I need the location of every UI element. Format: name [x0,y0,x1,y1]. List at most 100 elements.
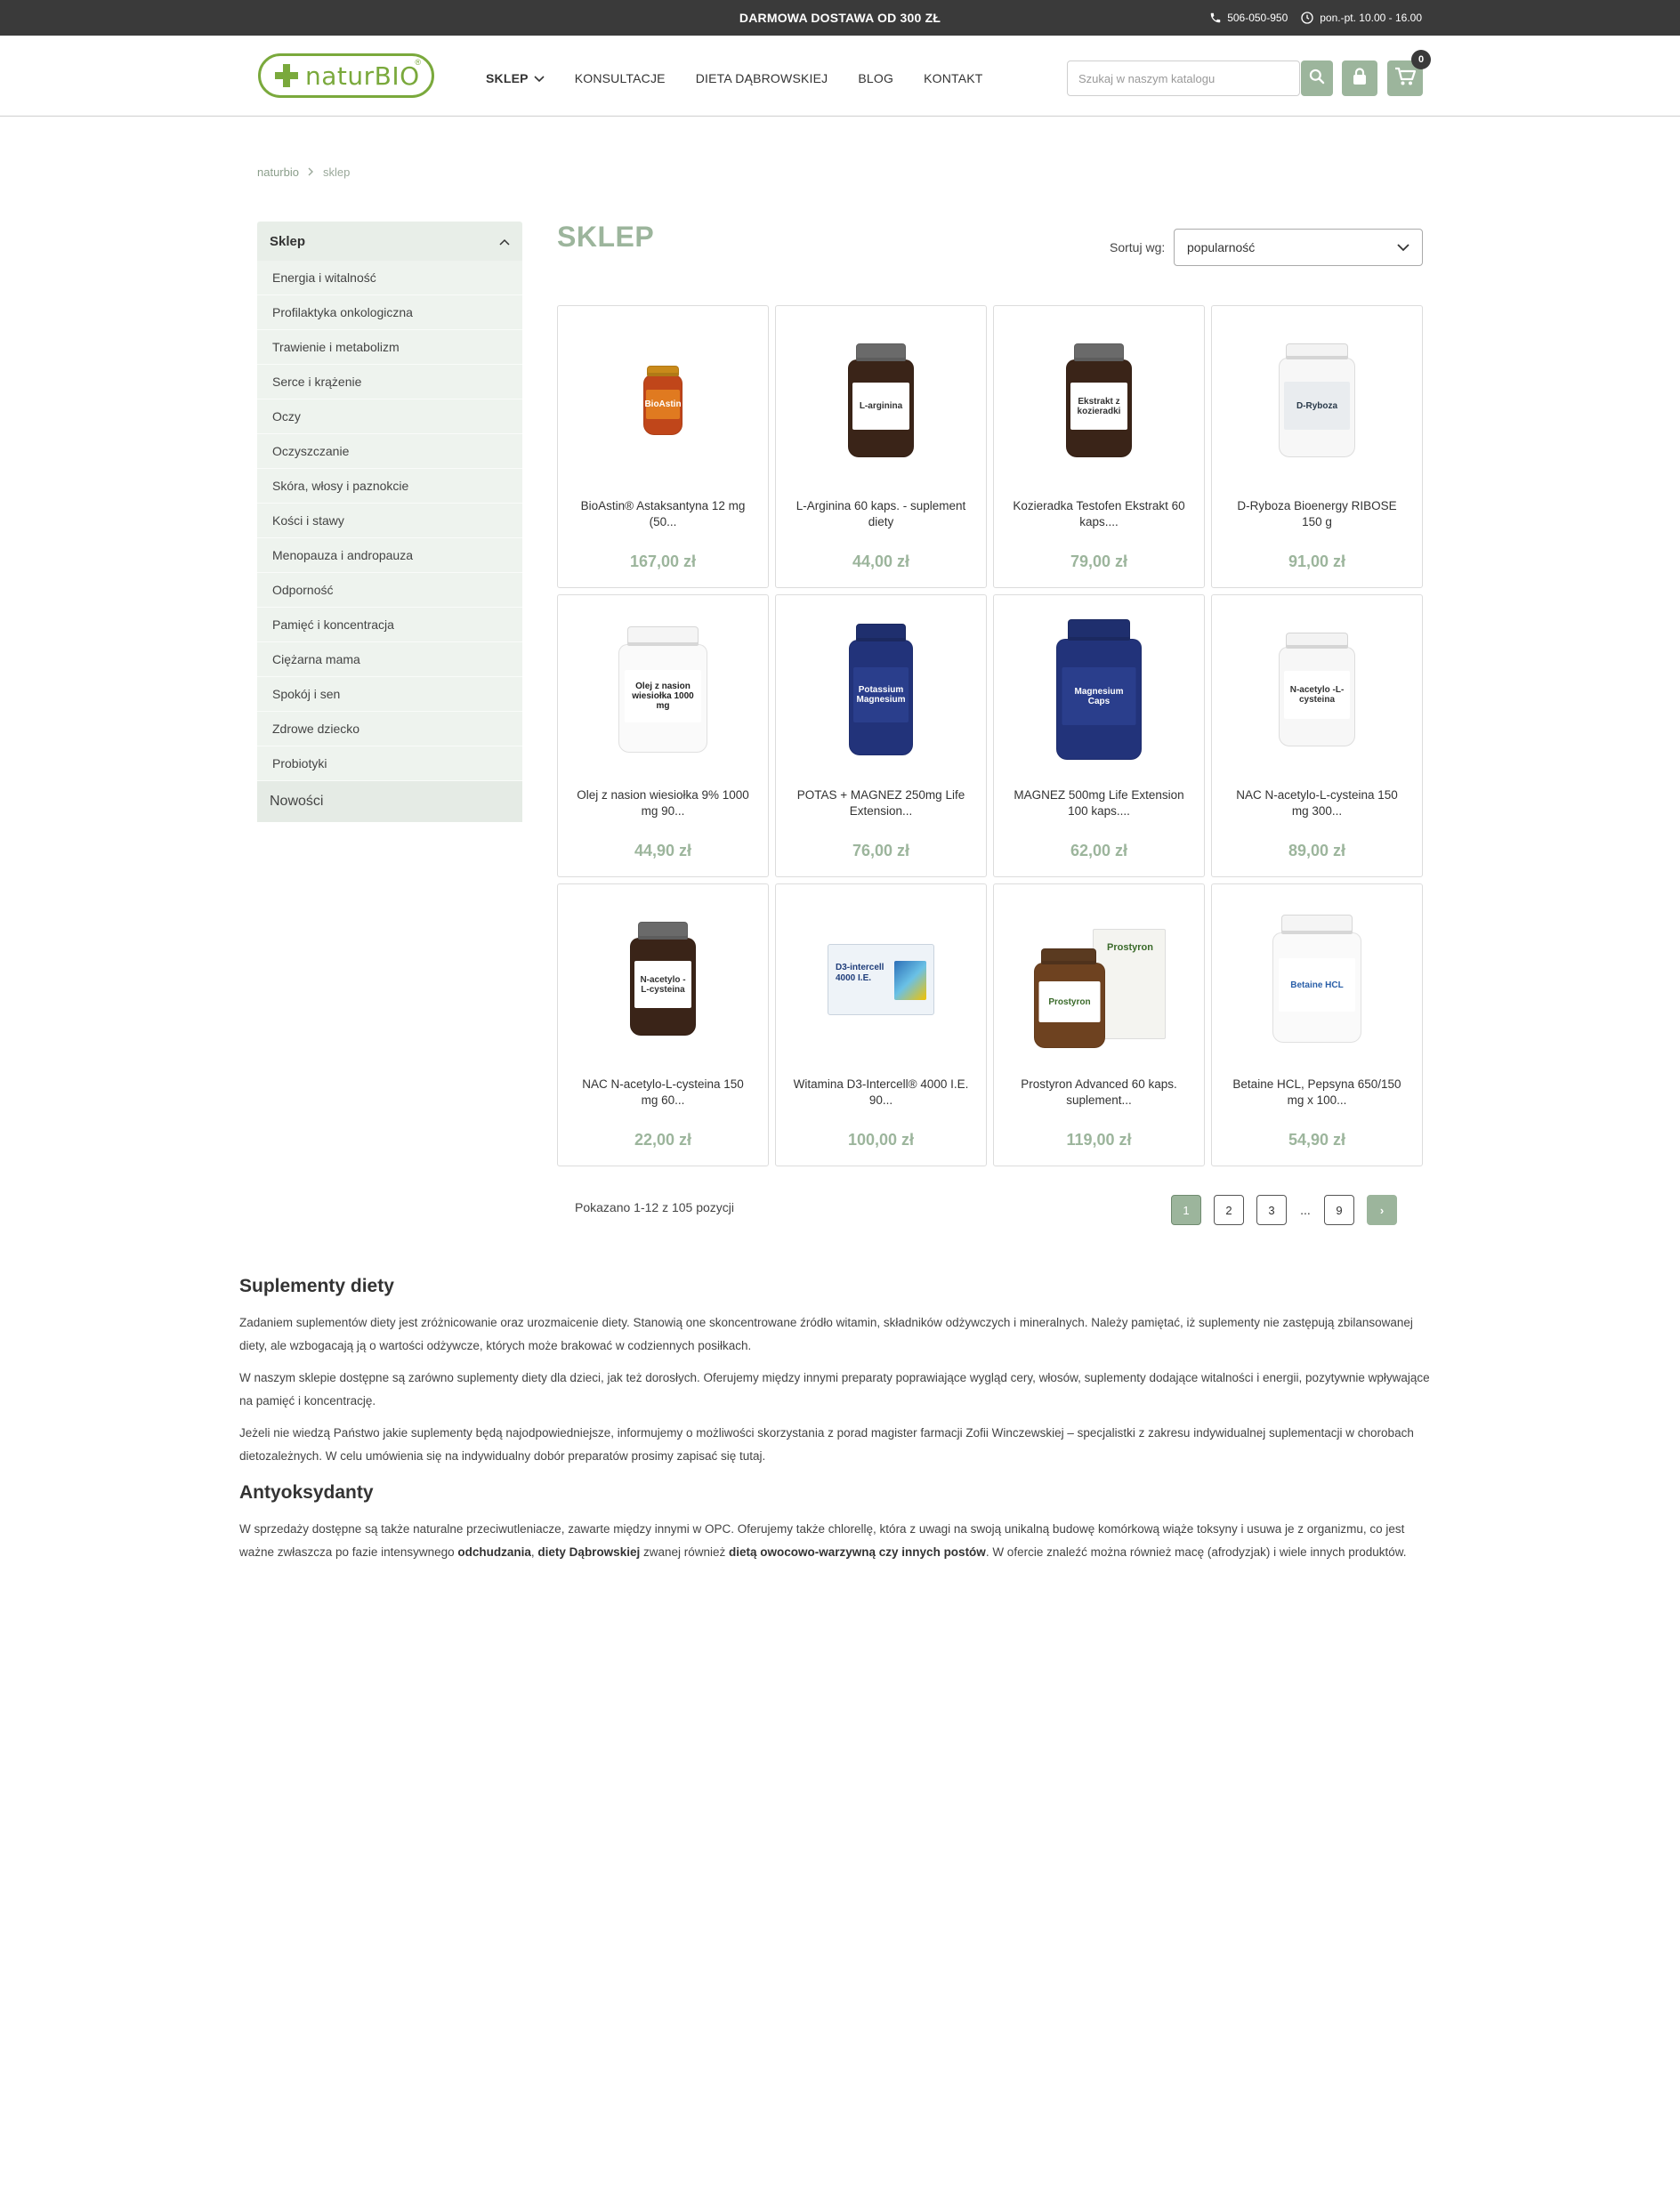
category-item[interactable]: Spokój i sen [257,677,522,712]
link-odchudzania[interactable]: odchudzania [457,1545,531,1559]
page-button[interactable]: 2 [1214,1195,1244,1225]
product-card[interactable]: D3-intercell 4000 I.E. Witamina D3-Interc… [775,883,987,1166]
nav-item-konsultacje[interactable]: KONSULTACJE [575,71,666,85]
category-item[interactable]: Oczyszczanie [257,434,522,469]
product-image[interactable]: Potassium Magnesium [776,615,986,766]
product-card[interactable]: Ekstrakt z kozieradki Kozieradka Testofen… [993,305,1205,588]
sort-select[interactable]: popularność [1174,229,1423,266]
product-card[interactable]: Magnesium Caps MAGNEZ 500mg Life Extensio… [993,594,1205,877]
logo[interactable]: naturBIO ® [258,53,434,98]
sidebar-header-sklep[interactable]: Sklep [257,222,522,261]
product-image[interactable]: Olej z nasion wiesiołka 1000 mg [558,615,768,766]
sidebar-item-nowosci[interactable]: Nowości [257,781,522,822]
sort-selected-value: popularność [1187,240,1256,254]
paragraph: Zadaniem suplementów diety jest zróżnico… [239,1316,1413,1352]
search-button[interactable] [1301,60,1333,96]
product-name[interactable]: L-Arginina 60 kaps. - suplement diety [790,498,972,530]
link-dieta-dabrowskiej[interactable]: diety Dąbrowskiej [537,1545,640,1559]
product-card[interactable]: N-acetylo -L-cysteina NAC N-acetylo-L-cys… [1211,594,1423,877]
product-name[interactable]: Olej z nasion wiesiołka 9% 1000 mg 90... [572,787,754,819]
product-card[interactable]: Potassium Magnesium POTAS + MAGNEZ 250mg … [775,594,987,877]
product-image[interactable]: L-arginina [776,326,986,477]
category-item[interactable]: Odporność [257,573,522,608]
product-name[interactable]: NAC N-acetylo-L-cysteina 150 mg 60... [572,1077,754,1109]
product-name[interactable]: MAGNEZ 500mg Life Extension 100 kaps.... [1008,787,1190,819]
product-card[interactable]: N-acetylo -L-cysteina NAC N-acetylo-L-cys… [557,883,769,1166]
product-card[interactable]: L-arginina L-Arginina 60 kaps. - suplemen… [775,305,987,588]
product-image[interactable]: Ekstrakt z kozieradki [994,326,1204,477]
product-image[interactable]: Prostyron Prostyron [994,904,1204,1055]
link-dieta-owocowo-warzywna[interactable]: dietą owocowo-warzywną czy innych postów [729,1545,986,1559]
product-image[interactable]: N-acetylo -L-cysteina [558,904,768,1055]
nav-item-sklep[interactable]: SKLEP [486,71,545,85]
jar-cap [1074,343,1124,361]
jar-cap [856,624,906,641]
category-list: Energia i witalność Profilaktyka onkolog… [257,261,522,781]
search-icon [1308,68,1326,90]
lock-icon [1352,67,1368,90]
sidebar-title: Sklep [270,233,306,249]
category-item[interactable]: Profilaktyka onkologiczna [257,295,522,330]
category-item[interactable]: Kości i stawy [257,504,522,538]
product-price: 44,00 zł [852,553,910,570]
category-item[interactable]: Skóra, włosy i paznokcie [257,469,522,504]
product-label-text: D3-intercell 4000 I.E. [836,963,884,983]
page-button[interactable]: 3 [1256,1195,1287,1225]
category-item[interactable]: Serce i krążenie [257,365,522,399]
clock-icon [1300,11,1314,25]
category-item[interactable]: Energia i witalność [257,261,522,295]
product-name[interactable]: Prostyron Advanced 60 kaps. suplement... [1008,1077,1190,1109]
product-name[interactable]: POTAS + MAGNEZ 250mg Life Extension... [790,787,972,819]
nav-item-blog[interactable]: BLOG [858,71,893,85]
product-name[interactable]: BioAstin® Astaksantyna 12 mg (50... [572,498,754,530]
product-jar: D3-intercell 4000 I.E. [828,944,934,1015]
product-name[interactable]: NAC N-acetylo-L-cysteina 150 mg 300... [1226,787,1408,819]
product-price: 167,00 zł [629,553,697,570]
breadcrumb: naturbio sklep [257,165,350,179]
site-header: naturBIO ® SKLEP KONSULTACJE DIETA DĄBRO… [0,36,1680,117]
product-name[interactable]: Betaine HCL, Pepsyna 650/150 mg x 100... [1226,1077,1408,1109]
product-image[interactable]: BioAstin [558,326,768,477]
chevron-down-icon [1397,240,1409,254]
product-name[interactable]: D-Ryboza Bioenergy RIBOSE 150 g [1226,498,1408,530]
category-item[interactable]: Zdrowe dziecko [257,712,522,746]
category-item[interactable]: Ciężarna mama [257,642,522,677]
product-card[interactable]: Betaine HCL Betaine HCL, Pepsyna 650/150 … [1211,883,1423,1166]
jar-cap [1068,619,1130,641]
product-card[interactable]: D-Ryboza D-Ryboza Bioenergy RIBOSE 150 g 9… [1211,305,1423,588]
product-card[interactable]: BioAstin BioAstin® Astaksantyna 12 mg (50… [557,305,769,588]
product-image[interactable]: Magnesium Caps [994,615,1204,766]
product-image[interactable]: D3-intercell 4000 I.E. [776,904,986,1055]
category-item[interactable]: Oczy [257,399,522,434]
jar-cap [638,922,688,940]
phone-contact[interactable]: 506-050-950 [1209,12,1288,24]
account-button[interactable] [1342,60,1377,96]
pharmacy-cross-icon [275,64,298,87]
product-image[interactable]: Betaine HCL [1212,904,1422,1055]
product-name[interactable]: Witamina D3-Intercell® 4000 I.E. 90... [790,1077,972,1109]
search-input[interactable] [1068,61,1264,95]
breadcrumb-home-link[interactable]: naturbio [257,165,299,179]
category-item[interactable]: Menopauza i andropauza [257,538,522,573]
next-page-button[interactable]: › [1367,1195,1397,1225]
product-box: D3-intercell 4000 I.E. [828,944,934,1015]
jar-cap [1286,633,1348,649]
nav-item-dieta-dabrowskiej[interactable]: DIETA DĄBROWSKIEJ [696,71,828,85]
product-image[interactable]: D-Ryboza [1212,326,1422,477]
free-shipping-banner: DARMOWA DOSTAWA OD 300 ZŁ [739,11,941,25]
category-item[interactable]: Probiotyki [257,746,522,781]
category-item[interactable]: Trawienie i metabolizm [257,330,522,365]
product-price: 89,00 zł [1288,842,1346,859]
paragraph: W naszym sklepie dostępne są zarówno sup… [239,1371,1430,1408]
page-button-last[interactable]: 9 [1324,1195,1354,1225]
nav-item-kontakt[interactable]: KONTAKT [924,71,982,85]
category-item[interactable]: Pamięć i koncentracja [257,608,522,642]
page-button-current[interactable]: 1 [1171,1195,1201,1225]
product-card[interactable]: Prostyron Prostyron Prostyron Advanced 60 … [993,883,1205,1166]
product-name[interactable]: Kozieradka Testofen Ekstrakt 60 kaps.... [1008,498,1190,530]
product-jar: Ekstrakt z kozieradki [1066,343,1132,459]
product-grid: BioAstin BioAstin® Astaksantyna 12 mg (50… [557,305,1424,1166]
breadcrumb-current: sklep [322,165,351,179]
product-card[interactable]: Olej z nasion wiesiołka 1000 mg Olej z na… [557,594,769,877]
product-image[interactable]: N-acetylo -L-cysteina [1212,615,1422,766]
